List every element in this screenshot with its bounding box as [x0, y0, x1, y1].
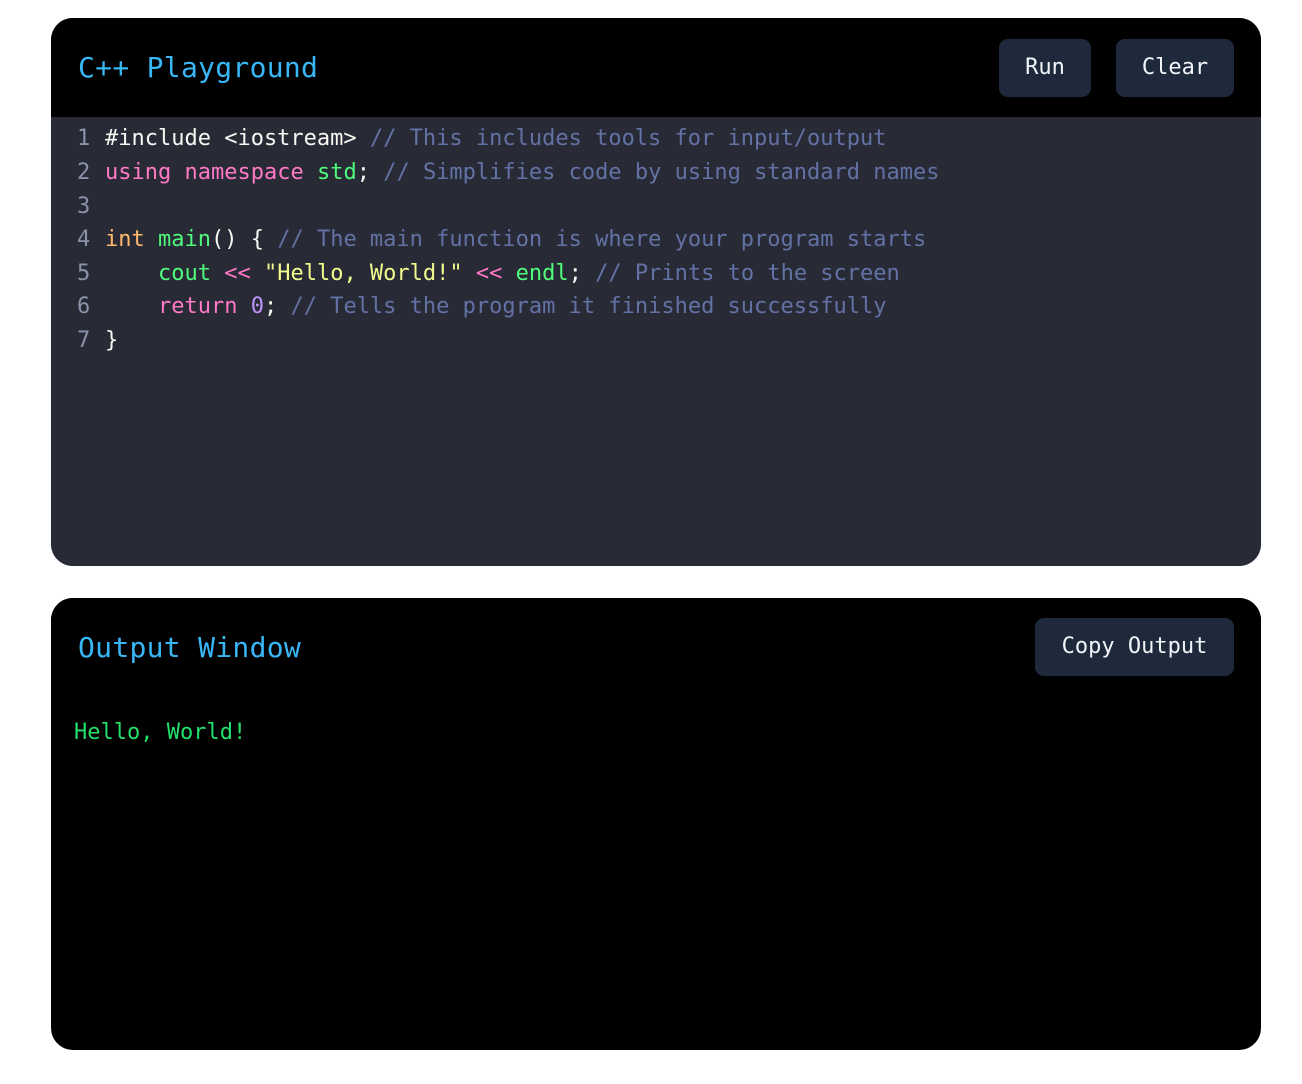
- output-title: Output Window: [78, 631, 302, 664]
- code-token: ;: [263, 294, 291, 319]
- code-token: cout: [157, 261, 211, 286]
- code-token: }: [105, 328, 119, 353]
- code-token: // Simplifies code by using standard nam…: [383, 160, 940, 185]
- clear-button[interactable]: Clear: [1116, 39, 1234, 97]
- code-token: using: [105, 160, 172, 185]
- copy-output-button[interactable]: Copy Output: [1035, 618, 1234, 676]
- code-token: // Prints to the screen: [595, 261, 900, 286]
- line-code: return 0; // Tells the program it finish…: [105, 290, 887, 324]
- code-token: () {: [210, 227, 278, 252]
- line-number: 1: [77, 126, 91, 151]
- code-token: int: [105, 227, 145, 252]
- output-header: Output Window Copy Output: [51, 598, 1261, 698]
- line-code: }: [105, 324, 118, 358]
- code-token: ;: [568, 261, 596, 286]
- code-token: // Tells the program it finished success…: [290, 294, 887, 319]
- line-number: 6: [77, 294, 91, 319]
- code-token: // This includes tools for input/output: [369, 126, 887, 151]
- line-number: 2: [77, 160, 91, 185]
- editor-title: C++ Playground: [78, 51, 319, 84]
- editor-header: C++ Playground Run Clear: [51, 18, 1261, 117]
- line-code: int main() { // The main function is whe…: [105, 223, 926, 257]
- code-token: std: [316, 160, 357, 185]
- code-token: <<: [475, 261, 503, 286]
- code-editor[interactable]: 1 #include <iostream> // This includes to…: [51, 117, 1261, 566]
- line-code: #include <iostream> // This includes too…: [105, 122, 886, 156]
- code-token: return: [157, 294, 238, 319]
- run-button[interactable]: Run: [999, 39, 1091, 97]
- output-panel: Output Window Copy Output Hello, World!: [51, 598, 1261, 1050]
- code-token: #include <iostream>: [105, 126, 370, 151]
- code-token: 0: [250, 294, 264, 319]
- output-text: Hello, World!: [74, 720, 247, 745]
- line-number: 4: [77, 227, 91, 252]
- code-token: namespace: [184, 160, 304, 185]
- code-token: <<: [224, 261, 251, 286]
- line-code: cout << "Hello, World!" << endl; // Prin…: [105, 257, 900, 291]
- line-number: 3: [77, 194, 91, 219]
- line-number: 7: [77, 328, 91, 353]
- line-number: 5: [77, 261, 91, 286]
- code-token: // The main function is where your progr…: [277, 227, 927, 252]
- code-token: endl: [515, 261, 569, 286]
- editor-panel: C++ Playground Run Clear 1 #include <iost…: [51, 18, 1261, 566]
- code-token: ;: [356, 160, 384, 185]
- code-token: main: [158, 227, 211, 252]
- code-token: "Hello, World!": [263, 261, 463, 286]
- line-code: using namespace std; // Simplifies code …: [105, 156, 940, 190]
